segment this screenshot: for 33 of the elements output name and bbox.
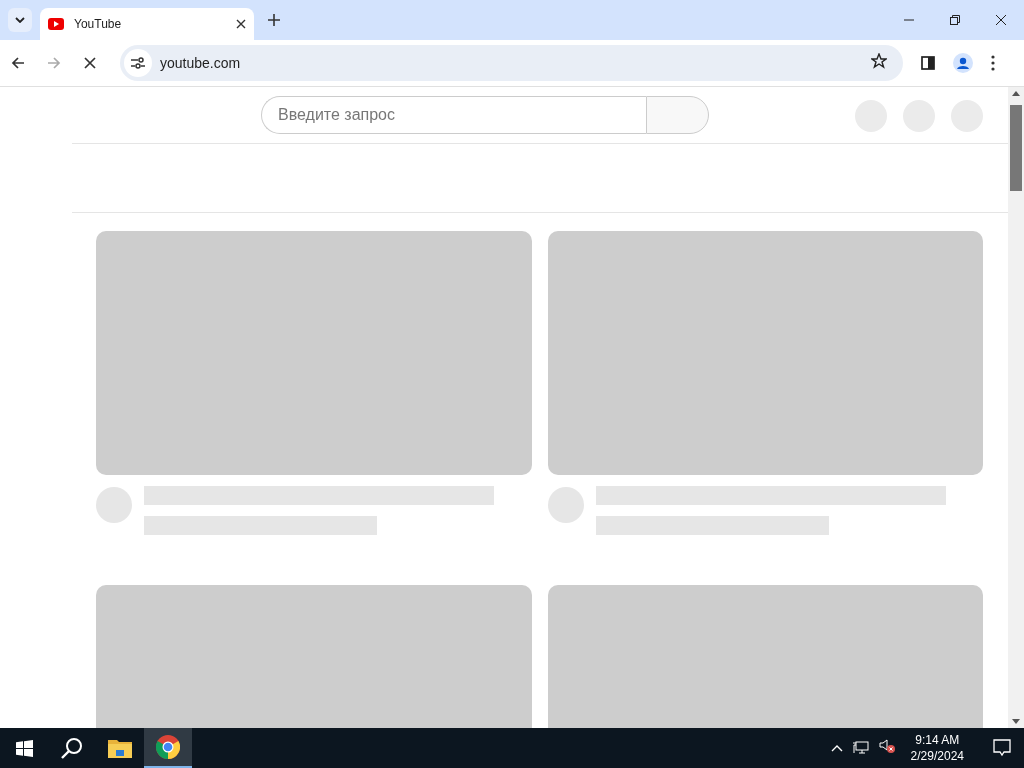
notifications-icon[interactable] bbox=[993, 739, 1011, 757]
tab-title: YouTube bbox=[74, 17, 123, 31]
chevron-up-icon[interactable] bbox=[830, 744, 843, 752]
speaker-muted-icon[interactable] bbox=[878, 739, 895, 753]
side-panel-icon[interactable] bbox=[921, 56, 935, 70]
profile-avatar-icon[interactable] bbox=[953, 53, 973, 73]
folder-icon bbox=[108, 738, 132, 758]
browser-tab[interactable]: YouTube bbox=[40, 8, 254, 40]
plus-icon[interactable] bbox=[268, 14, 280, 26]
network-icon[interactable] bbox=[852, 741, 869, 755]
back-arrow-icon[interactable] bbox=[11, 56, 25, 70]
stop-loading-icon[interactable] bbox=[84, 57, 96, 69]
scroll-up-arrow-icon[interactable] bbox=[1011, 90, 1021, 96]
scrollbar[interactable] bbox=[1008, 87, 1024, 728]
search-icon[interactable] bbox=[61, 737, 83, 759]
bookmark-star-icon[interactable] bbox=[871, 53, 887, 69]
avatar-placeholder bbox=[96, 487, 132, 523]
scroll-down-arrow-icon[interactable] bbox=[1011, 719, 1021, 725]
address-bar[interactable]: youtube.com bbox=[120, 45, 903, 81]
site-settings-icon bbox=[131, 57, 145, 69]
close-icon[interactable] bbox=[236, 19, 246, 29]
more-menu-icon[interactable] bbox=[991, 55, 995, 71]
taskbar-clock[interactable]: 9:14 AM 2/29/2024 bbox=[910, 732, 964, 764]
browser-logo-icon bbox=[156, 735, 180, 759]
play-logo-icon bbox=[48, 18, 64, 30]
tab-search-button[interactable] bbox=[8, 8, 32, 32]
windows-logo-icon[interactable] bbox=[15, 739, 33, 757]
chevron-down-icon bbox=[15, 17, 25, 23]
scrollbar-thumb[interactable] bbox=[1010, 105, 1022, 191]
address-text: youtube.com bbox=[160, 55, 242, 71]
taskbar-app[interactable] bbox=[144, 728, 192, 768]
search-field[interactable]: Введите запрос bbox=[261, 96, 646, 134]
avatar-placeholder bbox=[548, 487, 584, 523]
